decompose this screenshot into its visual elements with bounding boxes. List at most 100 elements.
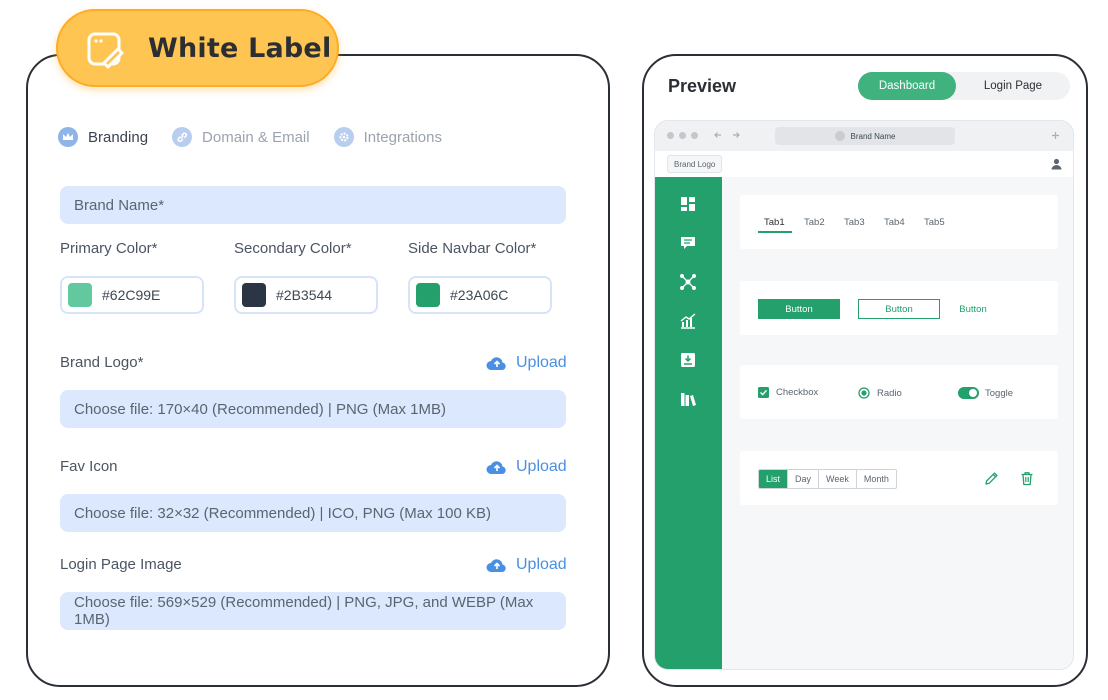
cloud-upload-icon [486,461,506,474]
fav-icon-file-input[interactable]: Choose file: 32×32 (Recommended) | ICO, … [60,494,566,532]
address-bar: Brand Name [775,127,955,145]
analytics-icon [680,313,696,329]
upload-label: Upload [516,354,567,371]
tab-branding[interactable]: Branding [58,126,148,148]
view-switcher: List Day Week Month [758,469,897,489]
cloud-upload-icon [486,357,506,370]
brand-logo-label: Brand Logo* [60,354,144,371]
link-icon [172,127,193,147]
login-image-upload-button[interactable]: Upload [486,556,567,574]
window-dot [691,132,698,139]
tab-label: Branding [88,128,149,146]
gear-icon [333,127,354,147]
brand-logo-placeholder: Brand Logo [667,155,723,173]
tab-label: Integrations [363,128,442,146]
preview-tab-2[interactable]: Tab2 [804,217,825,228]
tab-domain-email[interactable]: Domain & Email [172,126,310,148]
toggle-label: Toggle [985,387,1013,399]
login-image-file-input[interactable]: Choose file: 569×529 (Recommended) | PNG… [60,592,566,630]
preview-content: Tab1 Tab2 Tab3 Tab4 Tab5 Button Button B… [722,177,1073,669]
upload-label: Upload [516,556,567,573]
preview-tab-5[interactable]: Tab5 [924,217,945,228]
checkbox-checked-icon [758,387,769,398]
window-dot [679,132,686,139]
dashboard-toggle-button[interactable]: Dashboard [858,72,956,100]
preview-tab-4[interactable]: Tab4 [884,217,905,228]
tab-integrations[interactable]: Integrations [333,126,442,148]
plus-icon [1052,132,1059,139]
preview-outline-button[interactable]: Button [858,299,940,319]
browser-titlebar: Brand Name [655,121,1073,151]
navbar-color-value: #23A06C [450,287,509,303]
white-label-badge: White Label [56,9,339,87]
secondary-color-label: Secondary Color* [234,240,352,257]
view-day-button[interactable]: Day [788,470,820,488]
login-image-hint: Choose file: 569×529 (Recommended) | PNG… [74,594,534,628]
brand-logo-hint: Choose file: 170×40 (Recommended) | PNG … [74,400,446,418]
settings-tabs: Branding Domain & Email Integrations [58,126,466,148]
active-tab-indicator [758,231,792,233]
address-text: Brand Name [850,131,896,141]
secondary-color-swatch[interactable] [242,283,266,307]
preview-title: Preview [668,76,737,96]
user-icon [1051,158,1062,170]
login-image-label: Login Page Image [60,556,182,573]
preview-mode-toggle: Dashboard Login Page [858,72,1070,100]
preview-tabs-card: Tab1 Tab2 Tab3 Tab4 Tab5 [740,195,1058,249]
message-icon [681,237,695,249]
primary-color-swatch[interactable] [68,283,92,307]
navbar-color-label: Side Navbar Color* [408,240,537,257]
brand-name-placeholder: Brand Name* [74,196,165,214]
browser-mockup: Brand Name Brand Logo Tab1 Tab2 Tab3 Tab… [654,120,1074,670]
primary-color-value: #62C99E [102,287,161,303]
brand-logo-file-input[interactable]: Choose file: 170×40 (Recommended) | PNG … [60,390,566,428]
radio-selected-icon [858,387,870,399]
preview-toggle[interactable]: Toggle [958,387,1013,399]
upload-label: Upload [516,458,567,475]
secondary-color-value: #2B3544 [276,287,333,303]
crown-icon [58,127,78,147]
side-navbar [655,177,722,669]
fav-icon-label: Fav Icon [60,458,118,475]
preview-views-card: List Day Week Month [740,451,1058,505]
view-week-button[interactable]: Week [819,470,857,488]
view-list-button[interactable]: List [759,470,789,488]
brand-logo-upload-button[interactable]: Upload [486,354,567,372]
login-page-toggle-button[interactable]: Login Page [956,72,1070,100]
app-header: Brand Logo [655,151,1073,177]
primary-color-label: Primary Color* [60,240,158,257]
badge-title: White Label [148,33,332,64]
toggle-on-icon [958,387,979,399]
preview-tab-3[interactable]: Tab3 [844,217,865,228]
preview-radio[interactable]: Radio [858,387,902,399]
navbar-color-input[interactable]: #23A06C [408,276,552,314]
back-arrow-icon [714,132,721,138]
edit-icon[interactable] [984,471,999,486]
dashboard-icon [681,197,695,211]
tab-label: Domain & Email [202,128,310,146]
forward-arrow-icon [733,132,740,138]
preview-primary-button[interactable]: Button [758,299,840,319]
preview-checkbox[interactable]: Checkbox [758,387,818,398]
radio-label: Radio [877,387,902,399]
library-icon [681,393,696,406]
fav-icon-hint: Choose file: 32×32 (Recommended) | ICO, … [74,504,491,522]
fav-icon-upload-button[interactable]: Upload [486,458,567,476]
pencil-window-icon [87,32,124,69]
brand-name-input[interactable]: Brand Name* [60,186,566,224]
download-icon [681,353,695,367]
checkbox-label: Checkbox [776,387,819,398]
primary-color-input[interactable]: #62C99E [60,276,204,314]
view-month-button[interactable]: Month [857,470,896,488]
preview-buttons-card: Button Button Button [740,281,1058,335]
network-icon [680,274,696,290]
preview-tab-1[interactable]: Tab1 [764,217,785,228]
favicon-placeholder [834,131,845,141]
secondary-color-input[interactable]: #2B3544 [234,276,378,314]
navbar-color-swatch[interactable] [416,283,440,307]
preview-controls-card: Checkbox Radio Toggle [740,365,1058,419]
trash-icon[interactable] [1020,471,1034,486]
preview-text-button[interactable]: Button [950,299,996,319]
window-dot [667,132,674,139]
cloud-upload-icon [486,559,506,572]
